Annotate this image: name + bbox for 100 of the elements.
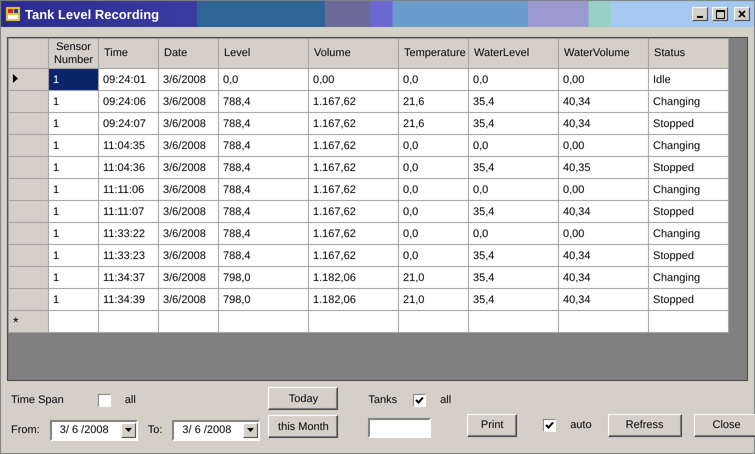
close-icon bbox=[738, 10, 746, 18]
table-cell: 11:04:35 bbox=[98, 134, 158, 156]
table-cell: 3/6/2008 bbox=[158, 90, 218, 112]
column-header[interactable]: Volume bbox=[308, 38, 398, 68]
table-cell: 0,00 bbox=[308, 68, 398, 90]
table-cell: 0,0 bbox=[398, 156, 468, 178]
table-cell: 1.167,62 bbox=[308, 200, 398, 222]
table-cell: 21,0 bbox=[398, 288, 468, 310]
table-cell: 798,0 bbox=[218, 266, 308, 288]
table-cell: 1 bbox=[48, 178, 98, 200]
table-cell: 3/6/2008 bbox=[158, 288, 218, 310]
column-header[interactable]: Date bbox=[158, 38, 218, 68]
table-cell: Idle bbox=[648, 68, 728, 90]
time-span-label: Time Span bbox=[11, 394, 64, 406]
table-cell: 3/6/2008 bbox=[158, 222, 218, 244]
table-cell: 788,4 bbox=[218, 156, 308, 178]
row-header[interactable]: * bbox=[8, 310, 48, 332]
table-cell: 35,4 bbox=[468, 244, 558, 266]
minimize-button[interactable] bbox=[692, 7, 708, 21]
table-cell: 35,4 bbox=[468, 266, 558, 288]
table-cell: 3/6/2008 bbox=[158, 112, 218, 134]
current-row-icon bbox=[13, 74, 18, 82]
table-cell: Stopped bbox=[648, 112, 728, 134]
table-cell: 11:34:37 bbox=[98, 266, 158, 288]
table-cell: 798,0 bbox=[218, 288, 308, 310]
table-cell: Stopped bbox=[648, 244, 728, 266]
from-label: From: bbox=[11, 424, 40, 436]
close-button[interactable] bbox=[734, 7, 750, 21]
column-header[interactable]: Time bbox=[98, 38, 158, 68]
table-cell: 35,4 bbox=[468, 90, 558, 112]
table-cell: 09:24:01 bbox=[98, 68, 158, 90]
table-cell: 0,00 bbox=[558, 134, 648, 156]
table-cell: 1 bbox=[48, 90, 98, 112]
table-cell: 1 bbox=[48, 112, 98, 134]
table-cell: 35,4 bbox=[468, 288, 558, 310]
table-cell: 0,0 bbox=[468, 178, 558, 200]
table-cell: 1.167,62 bbox=[308, 90, 398, 112]
column-header[interactable]: Level bbox=[218, 38, 308, 68]
to-label: To: bbox=[148, 424, 162, 436]
table-cell: Changing bbox=[648, 222, 728, 244]
date-picker[interactable]: 3/ 6 /2008 bbox=[172, 420, 260, 440]
table-cell: 0,0 bbox=[398, 244, 468, 266]
table-cell: 11:11:07 bbox=[98, 200, 158, 222]
print-button[interactable]: Print bbox=[467, 414, 518, 436]
date-picker[interactable]: 3/ 6 /2008 bbox=[50, 420, 138, 440]
table-cell: 1.182,06 bbox=[308, 288, 398, 310]
table-cell: 11:11:06 bbox=[98, 178, 158, 200]
table-cell: Changing bbox=[648, 178, 728, 200]
checkbox[interactable] bbox=[413, 394, 426, 406]
column-header[interactable]: Status bbox=[648, 38, 728, 68]
table-cell: 40,34 bbox=[558, 200, 648, 222]
checkbox[interactable] bbox=[543, 418, 556, 432]
new-row-marker: * bbox=[13, 314, 18, 330]
table-cell: 0,0 bbox=[398, 68, 468, 90]
maximize-icon bbox=[716, 10, 724, 18]
checkbox-label: all bbox=[440, 394, 452, 406]
table-cell: 1 bbox=[48, 288, 98, 310]
table-cell: 40,34 bbox=[558, 112, 648, 134]
period-button[interactable]: this Month bbox=[268, 415, 338, 438]
period-button[interactable]: Today bbox=[268, 387, 338, 410]
table-cell: 11:33:22 bbox=[98, 222, 158, 244]
checkbox[interactable] bbox=[98, 394, 111, 406]
table-cell: 3/6/2008 bbox=[158, 68, 218, 90]
table-cell: 1 bbox=[48, 222, 98, 244]
table-cell: 788,4 bbox=[218, 112, 308, 134]
checkbox-label: auto bbox=[570, 419, 592, 431]
table-cell: 11:34:39 bbox=[98, 288, 158, 310]
column-header[interactable]: Temperature bbox=[398, 38, 468, 68]
table-cell: 3/6/2008 bbox=[158, 244, 218, 266]
table-cell: 0,0 bbox=[468, 222, 558, 244]
table-cell: Changing bbox=[648, 90, 728, 112]
maximize-button[interactable] bbox=[712, 7, 728, 21]
table-cell: 1.182,06 bbox=[308, 266, 398, 288]
table-cell: 40,34 bbox=[558, 90, 648, 112]
column-header[interactable]: WaterLevel bbox=[468, 38, 558, 68]
table-cell: 788,4 bbox=[218, 134, 308, 156]
table-cell: 788,4 bbox=[218, 178, 308, 200]
table-cell: 1.167,62 bbox=[308, 134, 398, 156]
action-button[interactable]: Close bbox=[694, 414, 755, 436]
column-header[interactable]: WaterVolume bbox=[558, 38, 648, 68]
table-cell: 40,34 bbox=[558, 288, 648, 310]
dropdown-icon bbox=[120, 422, 136, 438]
table-cell: 11:04:36 bbox=[98, 156, 158, 178]
table-cell: 35,4 bbox=[468, 156, 558, 178]
dropdown-icon bbox=[243, 422, 258, 438]
table-cell: 788,4 bbox=[218, 90, 308, 112]
column-header[interactable]: Sensor Number bbox=[48, 38, 98, 68]
row-header[interactable] bbox=[8, 68, 48, 90]
app-icon bbox=[5, 6, 21, 22]
table-cell: 0,0 bbox=[398, 222, 468, 244]
table-cell: 1.167,62 bbox=[308, 156, 398, 178]
tanks-label: Tanks bbox=[368, 394, 398, 406]
table-cell: Changing bbox=[648, 266, 728, 288]
table-cell: 1 bbox=[48, 156, 98, 178]
table-cell: 1.167,62 bbox=[308, 244, 398, 266]
action-button[interactable]: Refress bbox=[608, 414, 682, 436]
tank-input-field[interactable] bbox=[368, 418, 432, 438]
table-cell: 11:33:23 bbox=[98, 244, 158, 266]
table-cell: 1.167,62 bbox=[308, 112, 398, 134]
table-cell: 0,00 bbox=[558, 178, 648, 200]
